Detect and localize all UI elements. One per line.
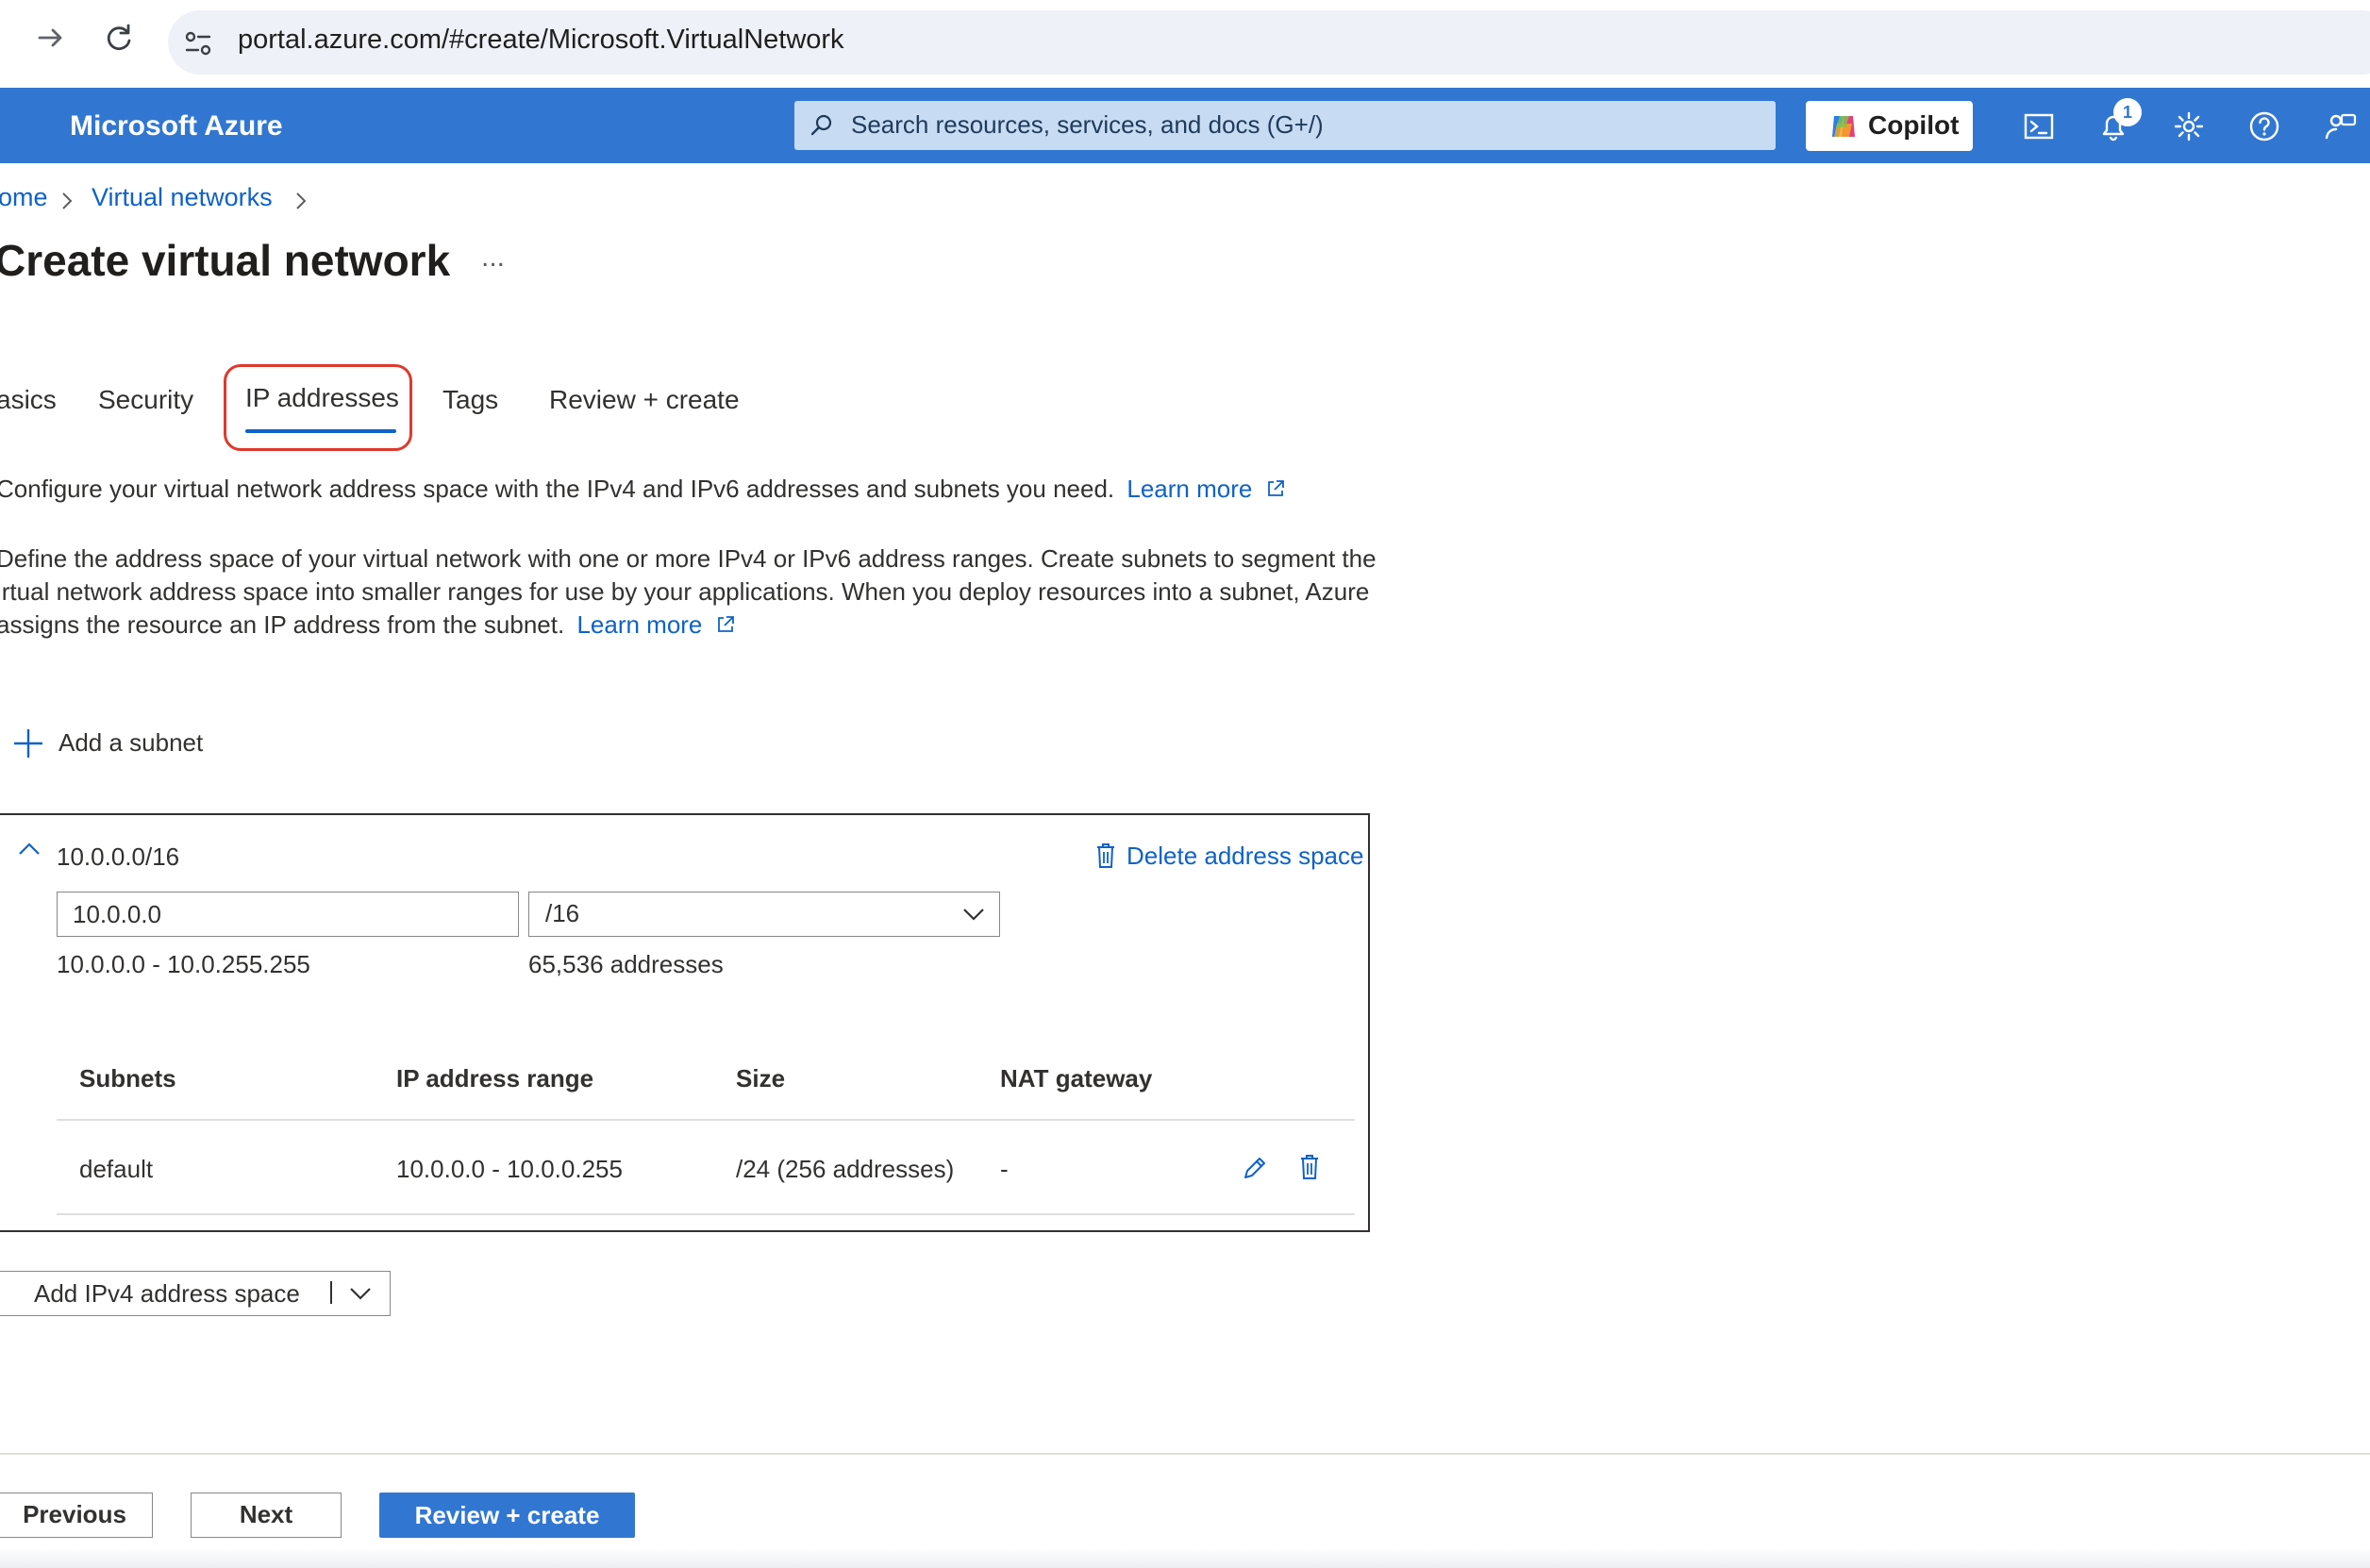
reload-icon[interactable] bbox=[100, 19, 138, 57]
next-button[interactable]: Next bbox=[191, 1493, 342, 1538]
review-create-button[interactable]: Review + create bbox=[379, 1493, 635, 1538]
breadcrumb-chevron-icon bbox=[294, 191, 308, 211]
site-settings-icon[interactable] bbox=[181, 26, 215, 60]
chevron-up-icon[interactable] bbox=[17, 840, 42, 859]
search-icon bbox=[808, 111, 836, 140]
address-space-title: 10.0.0.0/16 bbox=[57, 842, 180, 871]
edit-pencil-icon[interactable] bbox=[1240, 1153, 1270, 1183]
external-link-icon bbox=[715, 614, 736, 635]
copilot-icon bbox=[1828, 112, 1859, 141]
description-line-3: assigns the resource an IP address from … bbox=[0, 610, 565, 639]
description-text: Define the address space of your virtual… bbox=[0, 542, 1377, 642]
copilot-label: Copilot bbox=[1868, 110, 1960, 140]
address-count-text: 65,536 addresses bbox=[528, 950, 724, 978]
feedback-icon[interactable] bbox=[2321, 108, 2359, 145]
more-options-button[interactable]: ... bbox=[481, 242, 505, 274]
add-ipv4-label[interactable]: Add IPv4 address space bbox=[34, 1279, 300, 1309]
active-tab-indicator bbox=[245, 429, 396, 433]
help-icon[interactable] bbox=[2245, 108, 2283, 145]
delete-address-space-button[interactable]: Delete address space bbox=[1127, 842, 1363, 871]
search-placeholder: Search resources, services, and docs (G+… bbox=[851, 110, 1324, 139]
subnet-nat-gateway: - bbox=[1000, 1155, 1009, 1183]
url-text[interactable]: portal.azure.com/#create/Microsoft.Virtu… bbox=[238, 25, 844, 56]
intro-text: Configure your virtual network address s… bbox=[0, 473, 1286, 506]
footer-divider bbox=[0, 1453, 2370, 1455]
description-line-2: irtual network address space into smalle… bbox=[0, 577, 1370, 606]
address-range-text: 10.0.0.0 - 10.0.255.255 bbox=[57, 950, 310, 978]
previous-button[interactable]: Previous bbox=[0, 1493, 153, 1538]
tab-tags[interactable]: Tags bbox=[442, 385, 498, 415]
learn-more-link[interactable]: Learn more bbox=[576, 610, 702, 639]
chevron-down-icon[interactable] bbox=[347, 1283, 374, 1304]
window-bottom-edge bbox=[0, 1547, 2370, 1568]
tab-security[interactable]: Security bbox=[98, 385, 193, 415]
breadcrumb-home[interactable]: ome bbox=[0, 183, 48, 212]
table-row-divider bbox=[57, 1213, 1355, 1215]
tab-ip-addresses[interactable]: IP addresses bbox=[245, 383, 399, 413]
subnet-size: /24 (256 addresses) bbox=[736, 1155, 955, 1183]
intro-sentence: Configure your virtual network address s… bbox=[0, 475, 1115, 503]
column-header-subnets: Subnets bbox=[79, 1064, 176, 1093]
breadcrumb-virtual-networks[interactable]: Virtual networks bbox=[92, 183, 273, 212]
cloud-shell-icon[interactable] bbox=[2020, 108, 2058, 145]
column-header-nat-gateway: NAT gateway bbox=[1000, 1064, 1153, 1093]
prefix-selected-value: /16 bbox=[545, 899, 580, 927]
address-space-panel bbox=[0, 813, 1370, 1232]
add-subnet-button[interactable]: Add a subnet bbox=[58, 728, 203, 758]
tab-review-create[interactable]: Review + create bbox=[549, 385, 740, 415]
address-space-ip-input[interactable] bbox=[57, 892, 519, 937]
description-line-3-wrap: assigns the resource an IP address from … bbox=[0, 609, 1377, 642]
column-header-size: Size bbox=[736, 1064, 786, 1093]
notification-badge: 1 bbox=[2113, 98, 2142, 126]
split-button-divider bbox=[330, 1281, 332, 1304]
subnet-name-link[interactable]: default bbox=[79, 1155, 153, 1184]
breadcrumb-chevron-icon bbox=[60, 191, 74, 211]
settings-gear-icon[interactable] bbox=[2170, 108, 2208, 145]
add-icon[interactable] bbox=[11, 726, 45, 760]
address-prefix-select[interactable] bbox=[528, 892, 1000, 937]
chevron-down-icon bbox=[960, 904, 987, 925]
forward-icon[interactable] bbox=[32, 19, 70, 57]
table-header-divider bbox=[57, 1119, 1355, 1121]
column-header-ip-range: IP address range bbox=[396, 1064, 594, 1093]
tab-basics[interactable]: asics bbox=[0, 385, 57, 415]
external-link-icon bbox=[1265, 478, 1286, 499]
azure-brand[interactable]: Microsoft Azure bbox=[70, 110, 283, 142]
learn-more-link[interactable]: Learn more bbox=[1127, 475, 1252, 503]
delete-subnet-trash-icon[interactable] bbox=[1296, 1153, 1323, 1181]
trash-icon[interactable] bbox=[1093, 842, 1119, 870]
page-title: Create virtual network bbox=[0, 236, 451, 285]
description-line-1: Define the address space of your virtual… bbox=[0, 544, 1377, 573]
subnet-ip-range: 10.0.0.0 - 10.0.0.255 bbox=[396, 1155, 623, 1183]
